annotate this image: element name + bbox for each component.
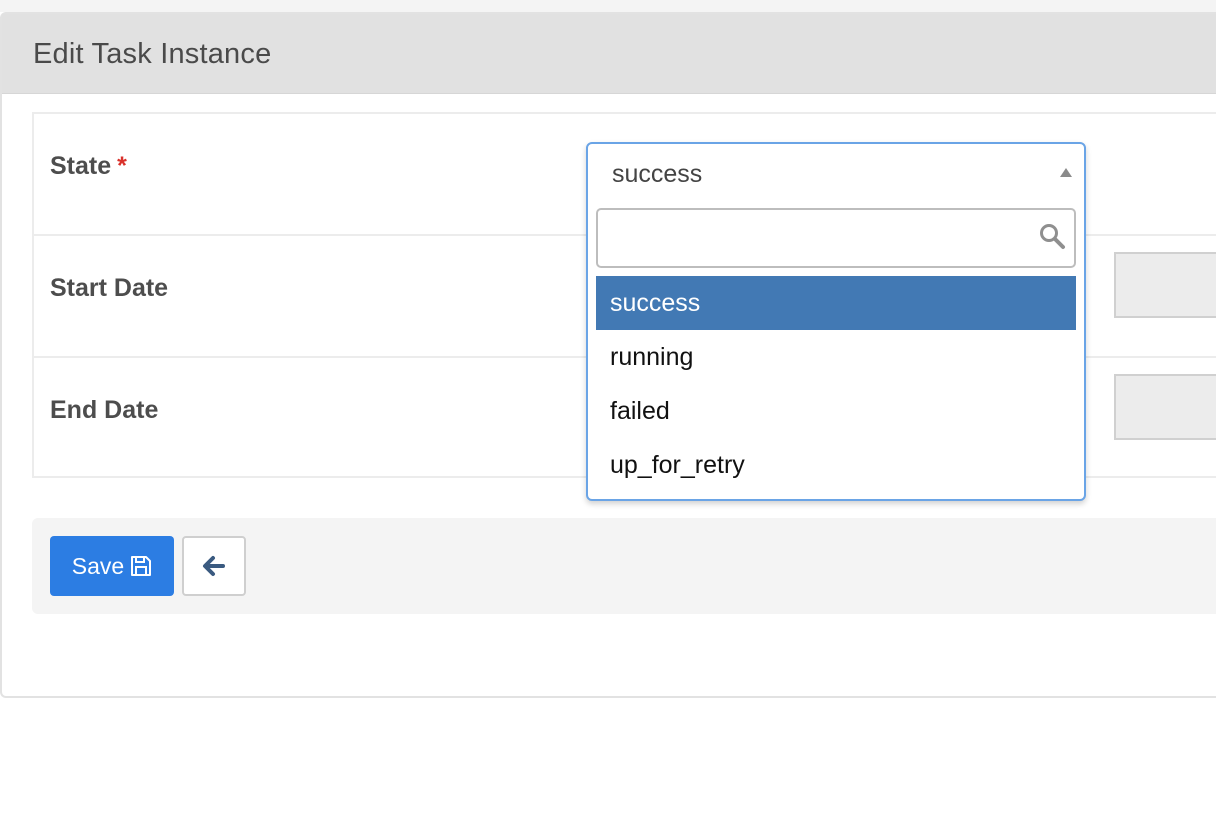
dropdown-options-list: success running failed up_for_retry	[596, 276, 1076, 492]
chevron-up-icon[interactable]	[1060, 168, 1072, 177]
required-marker: *	[117, 152, 127, 180]
dropdown-search-input[interactable]	[606, 218, 1030, 260]
start-date-label: Start Date	[50, 274, 169, 302]
search-icon	[1040, 224, 1065, 249]
option-failed[interactable]: failed	[596, 384, 1076, 438]
state-label-text: State	[50, 152, 112, 180]
form-actions-bar: Save	[32, 518, 1216, 614]
option-success[interactable]: success	[596, 276, 1076, 330]
back-button[interactable]	[182, 536, 246, 596]
option-up-for-retry[interactable]: up_for_retry	[596, 438, 1076, 492]
state-select-dropdown[interactable]: success success running failed up_for_re…	[586, 142, 1086, 501]
arrow-left-icon	[203, 556, 225, 576]
option-running[interactable]: running	[596, 330, 1076, 384]
dropdown-search-field[interactable]	[596, 208, 1076, 268]
end-date-label: End Date	[50, 396, 159, 424]
start-date-input[interactable]	[1114, 252, 1216, 318]
save-button[interactable]: Save	[50, 536, 174, 596]
end-date-input[interactable]	[1114, 374, 1216, 440]
save-button-label: Save	[71, 552, 125, 579]
state-select-value[interactable]: success	[612, 160, 702, 189]
state-label: State *	[50, 152, 127, 181]
floppy-disk-icon	[131, 556, 152, 576]
top-strip	[0, 0, 1216, 12]
panel-heading: Edit Task Instance	[2, 14, 1216, 94]
page-title: Edit Task Instance	[33, 38, 272, 70]
